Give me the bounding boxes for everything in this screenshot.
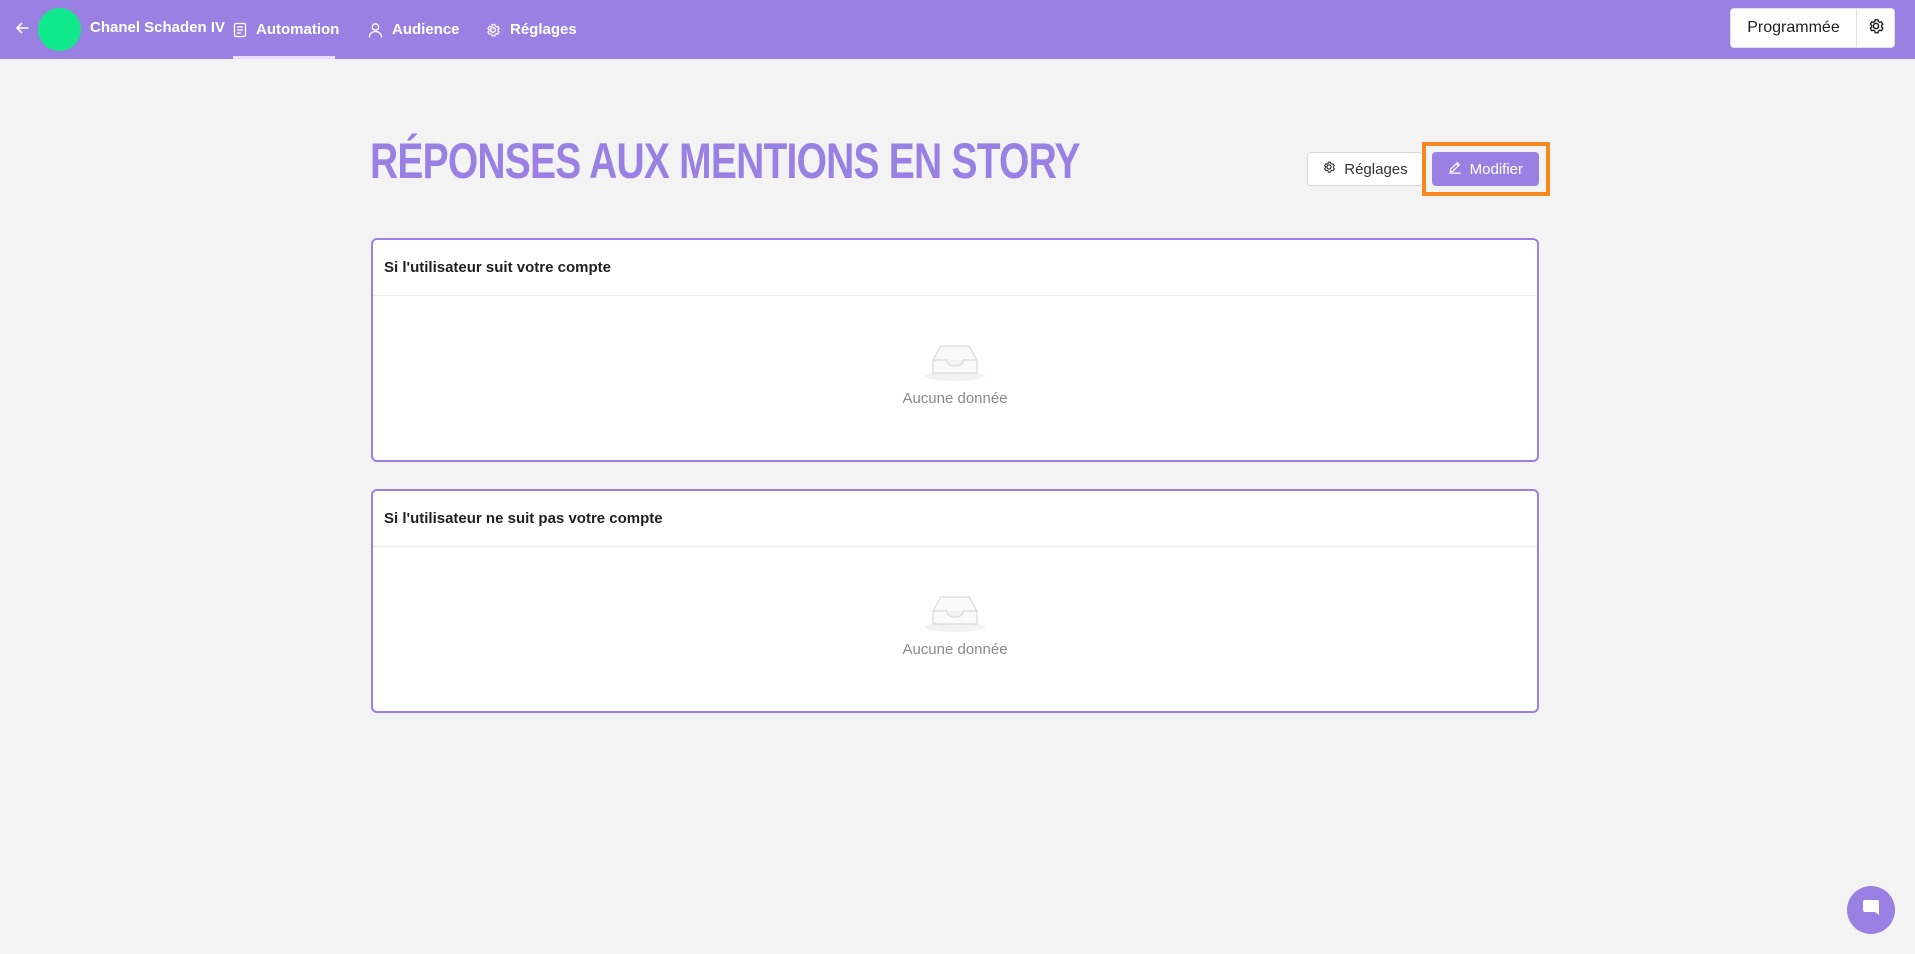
tab-audience[interactable]: Audience — [367, 0, 460, 59]
empty-text: Aucune donnée — [902, 641, 1008, 658]
edit-button-container: Modifier — [1421, 142, 1550, 196]
tab-automation[interactable]: Automation — [233, 0, 339, 59]
top-navigation-bar: Chanel Schaden IV Automation Audience Ré… — [0, 0, 1915, 59]
status-control: Programmée — [1730, 8, 1895, 48]
tab-label: Réglages — [510, 21, 577, 38]
document-icon — [233, 22, 247, 38]
avatar[interactable] — [38, 8, 81, 51]
gear-icon — [1867, 17, 1885, 40]
empty-state: Aucune donnée — [373, 547, 1537, 711]
empty-state: Aucune donnée — [373, 296, 1537, 460]
settings-button[interactable]: Réglages — [1307, 152, 1423, 186]
edit-button[interactable]: Modifier — [1431, 152, 1539, 186]
page-title: RÉPONSES AUX MENTIONS EN STORY — [370, 133, 1081, 189]
card-title: Si l'utilisateur ne suit pas votre compt… — [373, 491, 1537, 547]
chat-launcher-button[interactable] — [1847, 886, 1895, 934]
settings-button-label: Réglages — [1344, 160, 1408, 178]
empty-inbox-icon — [923, 340, 987, 382]
card-title: Si l'utilisateur suit votre compte — [373, 240, 1537, 296]
empty-text: Aucune donnée — [902, 390, 1008, 407]
pencil-icon — [1448, 160, 1462, 178]
condition-card-follows: Si l'utilisateur suit votre compte Aucun… — [371, 238, 1539, 462]
edit-button-label: Modifier — [1469, 160, 1523, 178]
gear-icon — [1322, 160, 1336, 178]
tab-label: Audience — [392, 21, 460, 38]
user-icon — [367, 22, 383, 38]
back-arrow-icon[interactable] — [12, 18, 32, 38]
empty-inbox-icon — [923, 591, 987, 633]
chat-icon — [1860, 897, 1882, 924]
status-button[interactable]: Programmée — [1731, 9, 1856, 47]
tab-settings[interactable]: Réglages — [485, 0, 577, 59]
condition-card-not-follows: Si l'utilisateur ne suit pas votre compt… — [371, 489, 1539, 713]
tab-label: Automation — [256, 21, 340, 38]
account-name: Chanel Schaden IV — [90, 19, 226, 36]
header-actions: Réglages Modifier — [1307, 142, 1550, 196]
status-settings-button[interactable] — [1856, 9, 1894, 47]
gear-icon — [485, 22, 501, 38]
